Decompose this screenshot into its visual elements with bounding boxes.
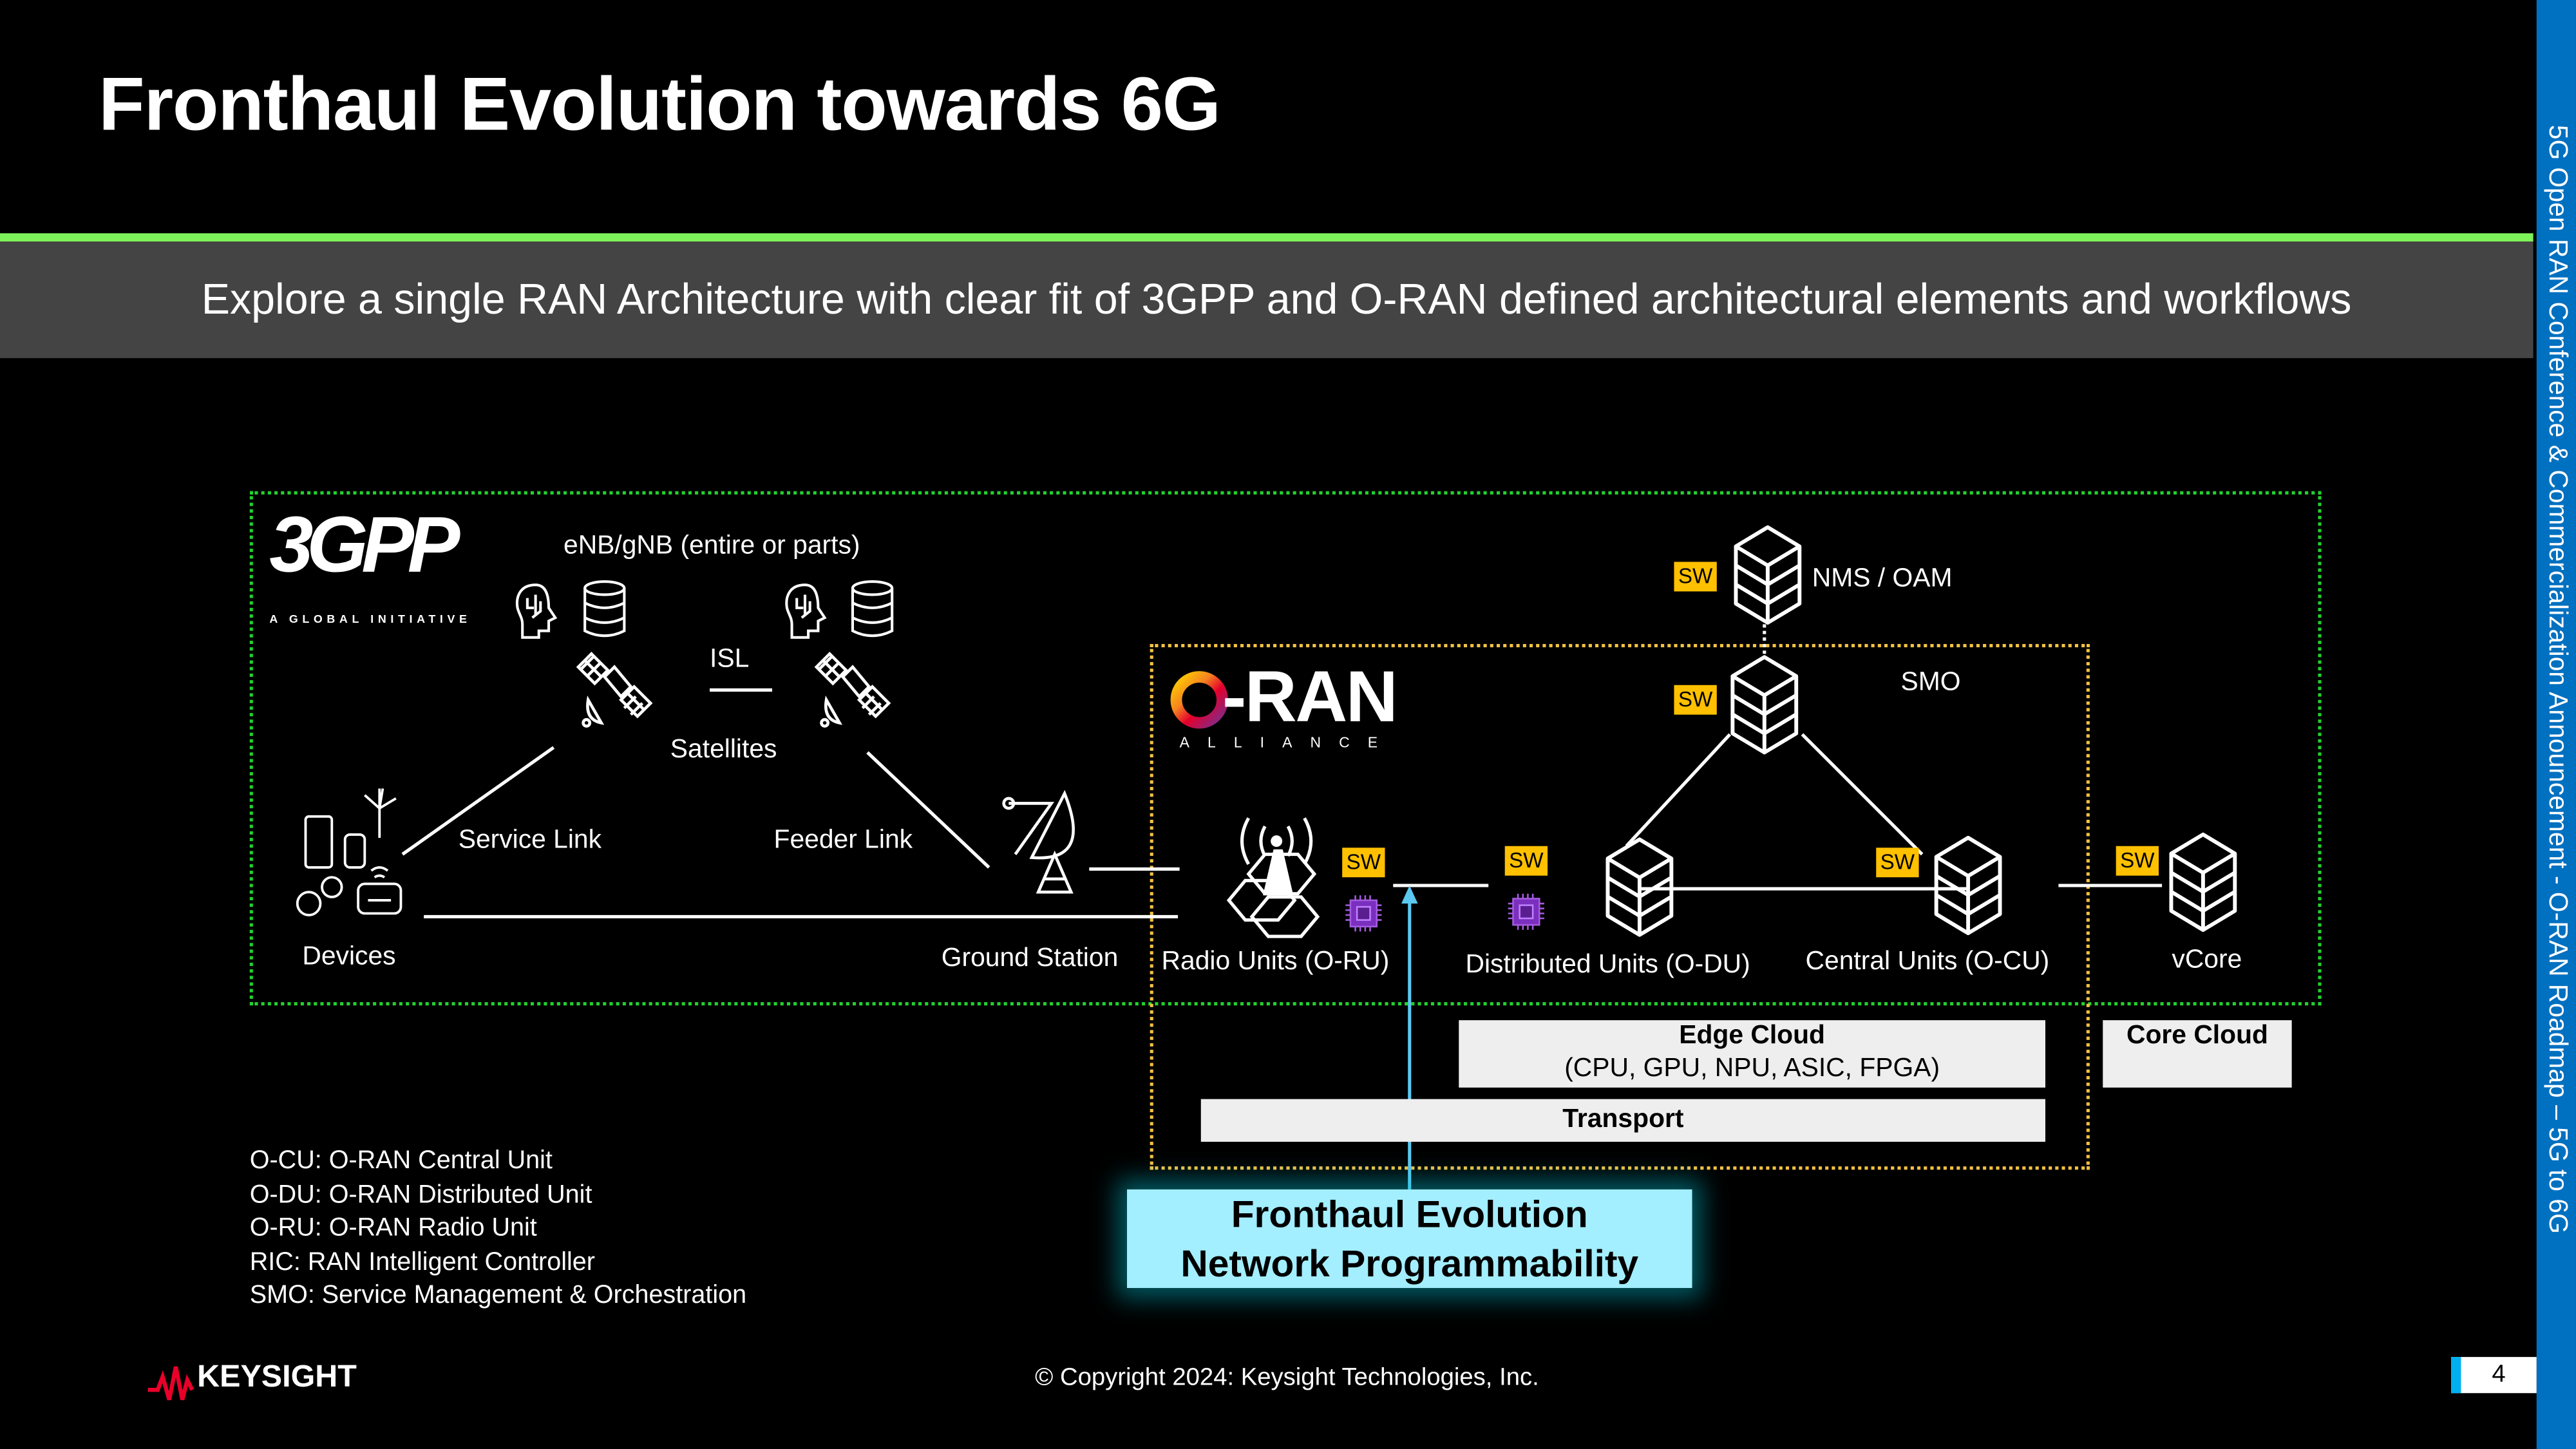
legend-item: O-CU: O-RAN Central Unit <box>249 1146 553 1175</box>
distributed-units-label: Distributed Units (O-DU) <box>1465 951 1750 980</box>
keysight-logo-wave <box>147 1366 194 1401</box>
enb-gnb-label: eNB/gNB (entire or parts) <box>563 532 860 560</box>
edge-cloud-detail: (CPU, GPU, NPU, ASIC, FPGA) <box>1564 1054 1940 1083</box>
legend-item: O-DU: O-RAN Distributed Unit <box>249 1180 592 1209</box>
3gpp-tagline: A GLOBAL INITIATIVE <box>269 614 471 626</box>
nms-oam-label: NMS / OAM <box>1812 565 1953 593</box>
ai-brain-icon <box>517 585 555 638</box>
sw-badge: SW <box>1674 685 1717 715</box>
sw-badge: SW <box>1876 848 1919 878</box>
nms-server-icon <box>1736 527 1799 623</box>
ground-station-dish-icon <box>1002 790 1075 894</box>
cu-server-icon <box>1937 838 2000 933</box>
transport-label: Transport <box>1562 1105 1684 1134</box>
oran-tagline: ALLIANCE <box>1179 734 1396 751</box>
devices-icon <box>296 788 402 916</box>
callout-line-1: Fronthaul Evolution <box>1231 1193 1588 1236</box>
satellite-icon <box>578 654 650 726</box>
satellites-label: Satellites <box>670 735 777 764</box>
satellite-icon <box>817 654 889 726</box>
radio-units-label: Radio Units (O-RU) <box>1161 947 1390 976</box>
arrow-head-icon <box>1401 885 1418 904</box>
fronthaul-callout: Fronthaul Evolution Network Programmabil… <box>1126 1189 1692 1288</box>
ai-brain-icon <box>786 585 824 638</box>
callout-line-2: Network Programmability <box>1180 1242 1639 1285</box>
oran-logo: -RAN <box>1222 657 1398 738</box>
slide: Fronthaul Evolution towards 6G Explore a… <box>0 0 2576 1449</box>
legend-item: RIC: RAN Intelligent Controller <box>249 1248 595 1276</box>
feeder-link-label: Feeder Link <box>773 826 913 855</box>
chip-icon <box>1507 893 1546 931</box>
core-cloud-label: Core Cloud <box>2126 1021 2268 1050</box>
vcore-label: vCore <box>2172 946 2242 974</box>
legend-item: SMO: Service Management & Orchestration <box>249 1282 747 1311</box>
transport-box: Transport <box>1200 1099 2045 1142</box>
sw-badge: SW <box>1504 846 1548 876</box>
smo-cu-line <box>1801 733 1924 856</box>
abbreviation-legend: O-CU: O-RAN Central Unit O-DU: O-RAN Dis… <box>250 1145 746 1314</box>
edge-cloud-box: Edge Cloud (CPU, GPU, NPU, ASIC, FPGA) <box>1459 1020 2045 1088</box>
vcore-server-icon <box>2171 835 2235 930</box>
core-cloud-box: Core Cloud <box>2103 1020 2292 1088</box>
devices-label: Devices <box>302 943 396 971</box>
keysight-logo: KEYSIGHT <box>197 1360 357 1395</box>
isl-label: ISL <box>710 645 750 674</box>
sw-badge: SW <box>1674 562 1717 592</box>
sw-badge: SW <box>2116 846 2159 876</box>
database-icon <box>585 582 624 636</box>
smo-label: SMO <box>1900 668 1961 697</box>
copyright: © Copyright 2024: Keysight Technologies,… <box>1035 1363 1539 1392</box>
du-smo-line <box>1625 733 1732 848</box>
legend-item: O-RU: O-RAN Radio Unit <box>249 1214 537 1243</box>
chip-icon <box>1344 895 1383 933</box>
3gpp-logo: 3GPP <box>269 502 460 590</box>
central-units-label: Central Units (O-CU) <box>1805 947 2050 976</box>
smo-server-icon <box>1732 657 1796 752</box>
radio-unit-icon <box>1226 817 1320 938</box>
ground-station-label: Ground Station <box>941 944 1119 973</box>
service-link-label: Service Link <box>458 826 602 855</box>
sw-badge: SW <box>1342 848 1385 878</box>
edge-cloud-title: Edge Cloud <box>1679 1021 1826 1050</box>
oran-ring-logo <box>1170 671 1228 729</box>
database-icon <box>853 582 892 636</box>
